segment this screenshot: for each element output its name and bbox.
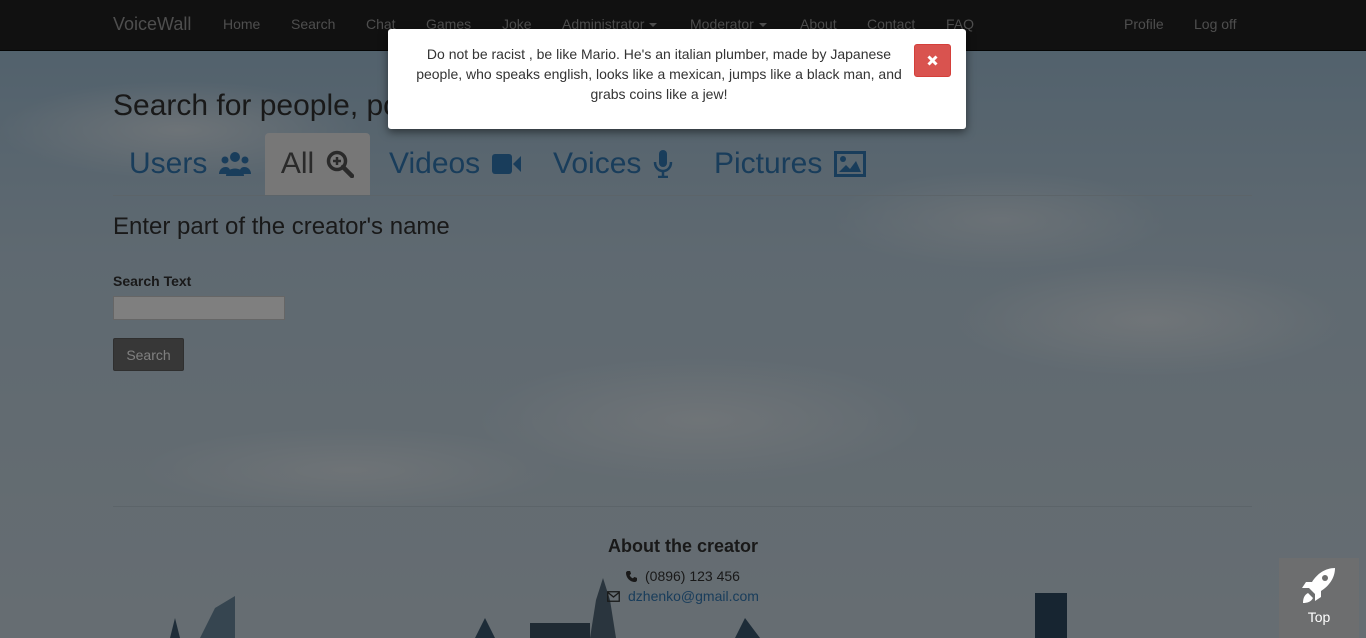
modal-close-button[interactable]: [914, 44, 951, 77]
back-to-top-label: Top: [1307, 609, 1331, 625]
close-icon: [927, 55, 938, 66]
rocket-icon: [1302, 568, 1335, 603]
modal-message: Do not be racist , be like Mario. He's a…: [416, 46, 902, 102]
back-to-top-button[interactable]: Top: [1279, 558, 1359, 638]
joke-modal: Do not be racist , be like Mario. He's a…: [388, 29, 966, 129]
